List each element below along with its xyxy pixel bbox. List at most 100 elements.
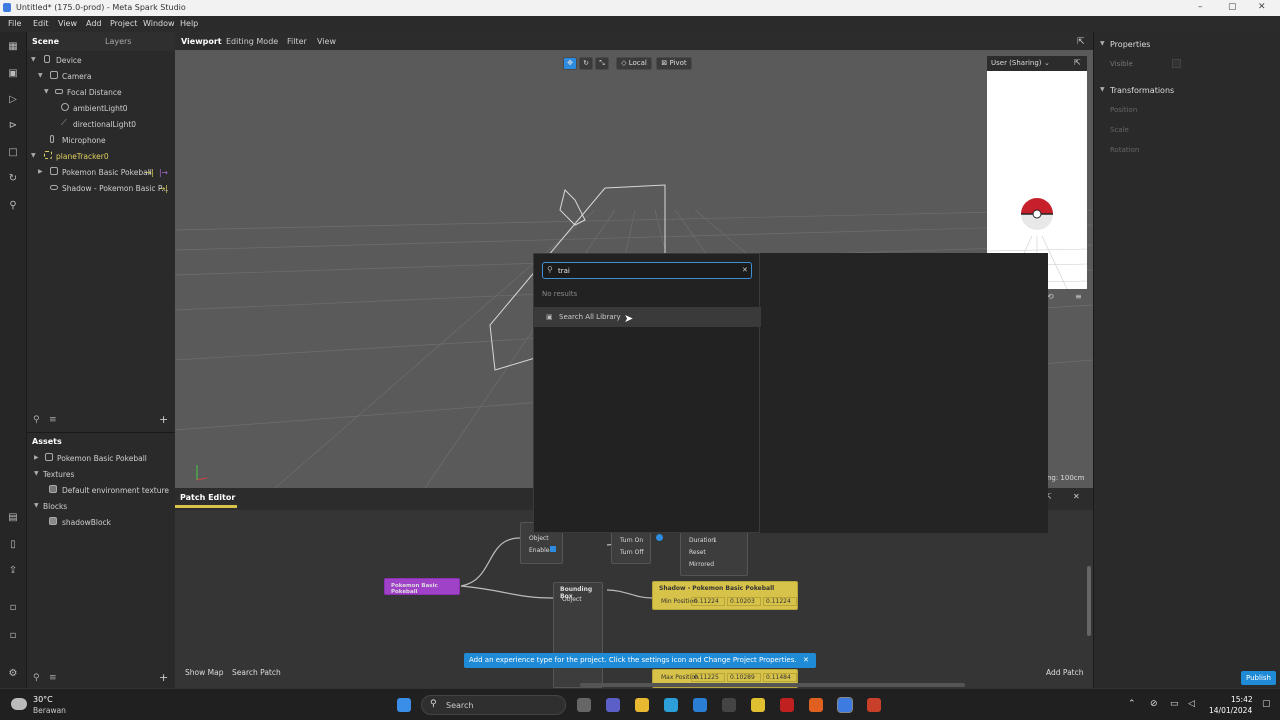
speaker-icon[interactable]: ◁ <box>1188 699 1195 709</box>
add-asset-button[interactable]: + <box>159 671 168 684</box>
test-device-icon[interactable]: ▫ <box>7 602 19 614</box>
tree-item-directional-light[interactable]: ⟋ directionalLight0 <box>27 117 175 133</box>
menu-view[interactable]: View <box>58 19 77 28</box>
task-view-icon[interactable] <box>577 698 591 712</box>
expand-arrow-icon[interactable]: ▶ <box>38 168 43 175</box>
menu-window[interactable]: Window <box>143 19 175 28</box>
asset-item-env-texture[interactable]: Default environment texture <box>27 483 175 499</box>
menu-icon[interactable]: ≡ <box>1075 292 1082 301</box>
asset-item-shadow-block[interactable]: shadowBlock <box>27 515 175 531</box>
collapse-arrow-icon[interactable]: ▼ <box>31 152 36 159</box>
patch-node-pokeball[interactable]: Pokemon Basic Pokeball <box>384 578 460 595</box>
file-explorer-icon[interactable] <box>635 698 649 712</box>
value-field[interactable]: 0.11225 <box>691 673 725 682</box>
tree-item-plane-tracker[interactable]: ▼ planeTracker0 <box>27 149 175 165</box>
network-icon[interactable]: ⊘ <box>1150 699 1158 709</box>
output-port-selected[interactable] <box>656 534 663 541</box>
objects-icon[interactable]: ▣ <box>7 68 19 80</box>
collapse-arrow-icon[interactable]: ▼ <box>38 72 43 79</box>
add-patch-button[interactable]: Add Patch <box>1046 668 1084 677</box>
start-windows-icon[interactable] <box>397 698 411 712</box>
value-field[interactable]: 0.10289 <box>727 673 761 682</box>
firefox-icon[interactable] <box>809 698 823 712</box>
preview-device-icon[interactable]: ▫ <box>7 630 19 642</box>
tree-item-microphone[interactable]: Microphone <box>27 133 175 149</box>
chrome-icon[interactable] <box>751 698 765 712</box>
value-field[interactable]: 0.11224 <box>691 597 725 606</box>
notification-icon[interactable]: ▢ <box>1262 699 1271 709</box>
clear-search-icon[interactable]: ✕ <box>742 266 748 274</box>
skip-icon[interactable]: ⊳ <box>7 120 19 132</box>
collapse-arrow-icon[interactable]: ▼ <box>1100 86 1105 93</box>
value-field[interactable]: 0.10203 <box>727 597 761 606</box>
search-icon[interactable]: ⚲ <box>33 673 40 683</box>
value-field[interactable]: 0.11224 <box>763 597 797 606</box>
display-icon[interactable]: ▭ <box>1170 699 1179 709</box>
pivot-toggle-button[interactable]: ⊠ Pivot <box>656 57 692 70</box>
tab-layers[interactable]: Layers <box>105 37 131 46</box>
tab-viewport[interactable]: Viewport <box>181 37 222 46</box>
menu-edit[interactable]: Edit <box>33 19 49 28</box>
refresh-icon[interactable]: ↻ <box>7 173 19 185</box>
chevron-down-icon[interactable]: ⌄ <box>1044 59 1050 67</box>
enabled-checkbox[interactable] <box>550 546 556 552</box>
settings-gear-icon[interactable]: ⚙ <box>7 668 19 680</box>
layout-icon[interactable]: ▦ <box>7 41 19 53</box>
store-icon[interactable] <box>722 698 736 712</box>
tree-item-shadow[interactable]: Shadow - Pokemon Basic P... →| <box>27 181 175 197</box>
duration-value[interactable]: 1 <box>713 537 717 544</box>
patch-link-icon[interactable]: →| <box>159 184 168 193</box>
close-icon[interactable]: ✕ <box>1073 492 1080 501</box>
local-toggle-button[interactable]: ◇ Local <box>616 57 652 70</box>
collapse-arrow-icon[interactable]: ▼ <box>44 88 49 95</box>
tab-scene[interactable]: Scene <box>32 37 59 46</box>
search-library-button[interactable]: ▣ Search All Library <box>534 307 761 327</box>
patch-search-input[interactable] <box>558 265 738 277</box>
asset-item-pokeball[interactable]: ▶ Pokemon Basic Pokeball <box>27 451 175 467</box>
mcafee-icon[interactable] <box>780 698 794 712</box>
weather-cloud-icon[interactable] <box>11 698 27 710</box>
clock-time[interactable]: 15:42 <box>1231 695 1253 704</box>
rotate-device-icon[interactable]: ⟲ <box>1047 292 1054 301</box>
menu-add[interactable]: Add <box>86 19 102 28</box>
teams-icon[interactable] <box>606 698 620 712</box>
move-tool-icon[interactable]: ✥ <box>563 57 577 70</box>
show-hidden-icons[interactable]: ⌃ <box>1128 699 1136 709</box>
play-icon[interactable]: ▷ <box>7 94 19 106</box>
search-icon[interactable]: ⚲ <box>33 415 40 425</box>
maximize-button[interactable]: ▢ <box>1228 2 1237 12</box>
collapse-arrow-icon[interactable]: ▼ <box>31 56 36 63</box>
asset-folder-blocks[interactable]: ▼ Blocks <box>27 499 175 515</box>
asset-folder-textures[interactable]: ▼ Textures <box>27 467 175 483</box>
patch-node-animation[interactable]: Duration 1 Reset Mirrored <box>680 532 748 576</box>
filter-icon[interactable]: ≡ <box>49 673 57 683</box>
scale-tool-icon[interactable]: ⤡ <box>595 57 609 70</box>
menu-file[interactable]: File <box>8 19 21 28</box>
meta-spark-icon[interactable] <box>837 697 853 713</box>
add-object-button[interactable]: + <box>159 413 168 426</box>
tab-filter[interactable]: Filter <box>287 37 307 46</box>
collapse-arrow-icon[interactable]: ▼ <box>1100 40 1105 47</box>
patch-link-icon[interactable]: →| <box>145 168 154 177</box>
close-toast-icon[interactable]: ✕ <box>803 656 809 664</box>
patch-node-switch[interactable]: Turn On Turn Off <box>611 532 651 564</box>
tree-item-device[interactable]: ▼ Device <box>27 53 175 69</box>
app-icon[interactable] <box>693 698 707 712</box>
edge-icon[interactable] <box>664 698 678 712</box>
expand-arrow-icon[interactable]: ▶ <box>34 454 39 461</box>
tree-item-focal-distance[interactable]: ▼ Focal Distance <box>27 85 175 101</box>
menu-project[interactable]: Project <box>110 19 137 28</box>
preview-device-select[interactable]: User (Sharing) <box>991 59 1042 67</box>
powerpoint-icon[interactable] <box>867 698 881 712</box>
rotate-tool-icon[interactable]: ↻ <box>579 57 593 70</box>
patch-node-bounding-box[interactable]: Bounding Box Object <box>553 582 603 688</box>
minimize-button[interactable]: – <box>1198 2 1203 12</box>
tree-item-pokeball[interactable]: ▶ Pokemon Basic Pokeball →| |→ <box>27 165 175 181</box>
visible-checkbox[interactable] <box>1172 59 1181 68</box>
patch-node-shadow[interactable]: Shadow - Pokemon Basic Pokeball Min Posi… <box>652 581 798 610</box>
tree-item-ambient-light[interactable]: ambientLight0 <box>27 101 175 117</box>
show-map-button[interactable]: Show Map <box>185 668 223 677</box>
patch-link-icon[interactable]: |→ <box>159 168 168 177</box>
tab-editing-mode[interactable]: Editing Mode <box>226 37 278 46</box>
close-window-button[interactable]: ✕ <box>1258 2 1266 12</box>
